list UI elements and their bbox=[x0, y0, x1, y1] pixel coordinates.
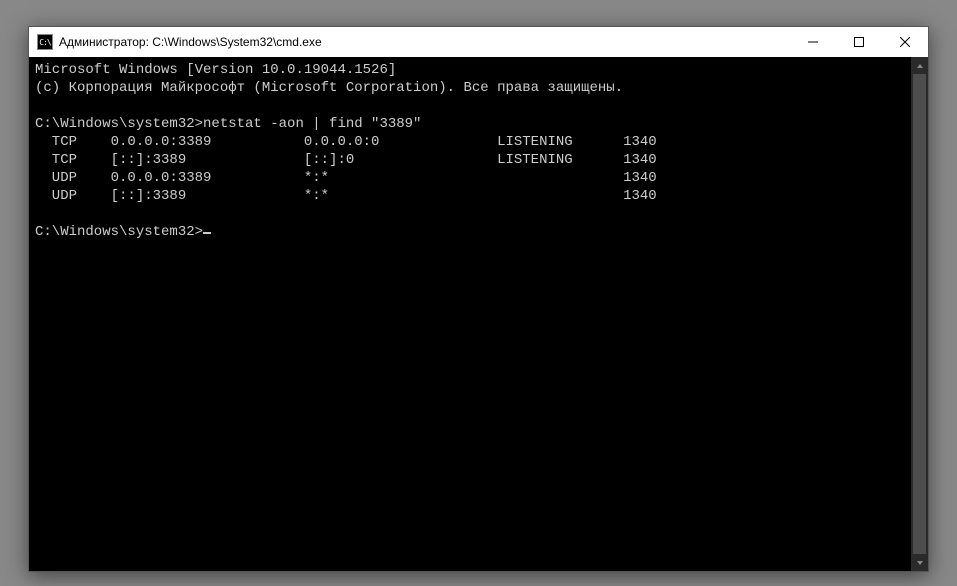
title-left: C:\ Администратор: C:\Windows\System32\c… bbox=[29, 34, 322, 50]
maximize-icon bbox=[854, 37, 864, 47]
terminal-output[interactable]: Microsoft Windows [Version 10.0.19044.15… bbox=[29, 57, 911, 571]
scroll-down-button[interactable] bbox=[911, 554, 928, 571]
client-area: Microsoft Windows [Version 10.0.19044.15… bbox=[29, 57, 928, 571]
chevron-down-icon bbox=[916, 559, 924, 567]
scroll-up-button[interactable] bbox=[911, 57, 928, 74]
minimize-icon bbox=[808, 37, 818, 47]
chevron-up-icon bbox=[916, 62, 924, 70]
close-button[interactable] bbox=[882, 27, 928, 57]
cmd-icon: C:\ bbox=[37, 34, 53, 50]
window-title: Администратор: C:\Windows\System32\cmd.e… bbox=[59, 35, 322, 49]
cursor bbox=[203, 232, 211, 234]
scrollbar-track[interactable] bbox=[911, 74, 928, 554]
maximize-button[interactable] bbox=[836, 27, 882, 57]
window-controls bbox=[790, 27, 928, 57]
close-icon bbox=[900, 37, 910, 47]
scrollbar-thumb[interactable] bbox=[913, 74, 926, 554]
vertical-scrollbar[interactable] bbox=[911, 57, 928, 571]
cmd-window: C:\ Администратор: C:\Windows\System32\c… bbox=[28, 26, 929, 572]
minimize-button[interactable] bbox=[790, 27, 836, 57]
title-bar[interactable]: C:\ Администратор: C:\Windows\System32\c… bbox=[29, 27, 928, 57]
